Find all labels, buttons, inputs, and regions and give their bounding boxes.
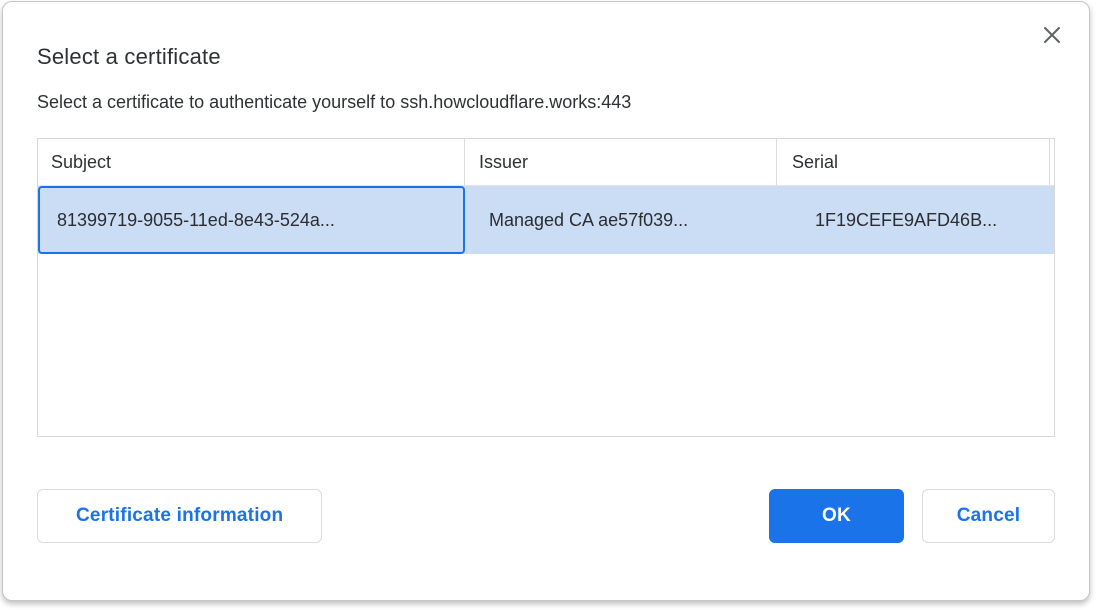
table-header-row: Subject Issuer Serial bbox=[38, 139, 1054, 186]
cancel-button[interactable]: Cancel bbox=[922, 489, 1055, 543]
ok-button[interactable]: OK bbox=[769, 489, 904, 543]
dialog-footer: Certificate information OK Cancel bbox=[37, 489, 1055, 543]
header-scrollbar-gutter bbox=[1050, 139, 1054, 185]
certificate-row[interactable]: 81399719-9055-11ed-8e43-524a... Managed … bbox=[38, 186, 1054, 254]
certificate-issuer-cell: Managed CA ae57f039... bbox=[465, 186, 777, 254]
dialog-title: Select a certificate bbox=[37, 44, 1055, 70]
table-body: 81399719-9055-11ed-8e43-524a... Managed … bbox=[38, 186, 1054, 436]
certificate-serial-cell: 1F19CEFE9AFD46B... bbox=[777, 186, 1054, 254]
certificate-subject-cell: 81399719-9055-11ed-8e43-524a... bbox=[38, 186, 465, 254]
certificate-select-dialog: Select a certificate Select a certificat… bbox=[2, 1, 1090, 601]
close-button[interactable] bbox=[1037, 20, 1067, 50]
column-header-issuer: Issuer bbox=[465, 139, 777, 185]
column-header-serial: Serial bbox=[777, 139, 1050, 185]
column-header-subject: Subject bbox=[38, 139, 465, 185]
dialog-subtitle: Select a certificate to authenticate you… bbox=[37, 92, 1055, 113]
certificate-table: Subject Issuer Serial 81399719-9055-11ed… bbox=[37, 138, 1055, 437]
close-icon bbox=[1040, 23, 1064, 47]
certificate-information-button[interactable]: Certificate information bbox=[37, 489, 322, 543]
